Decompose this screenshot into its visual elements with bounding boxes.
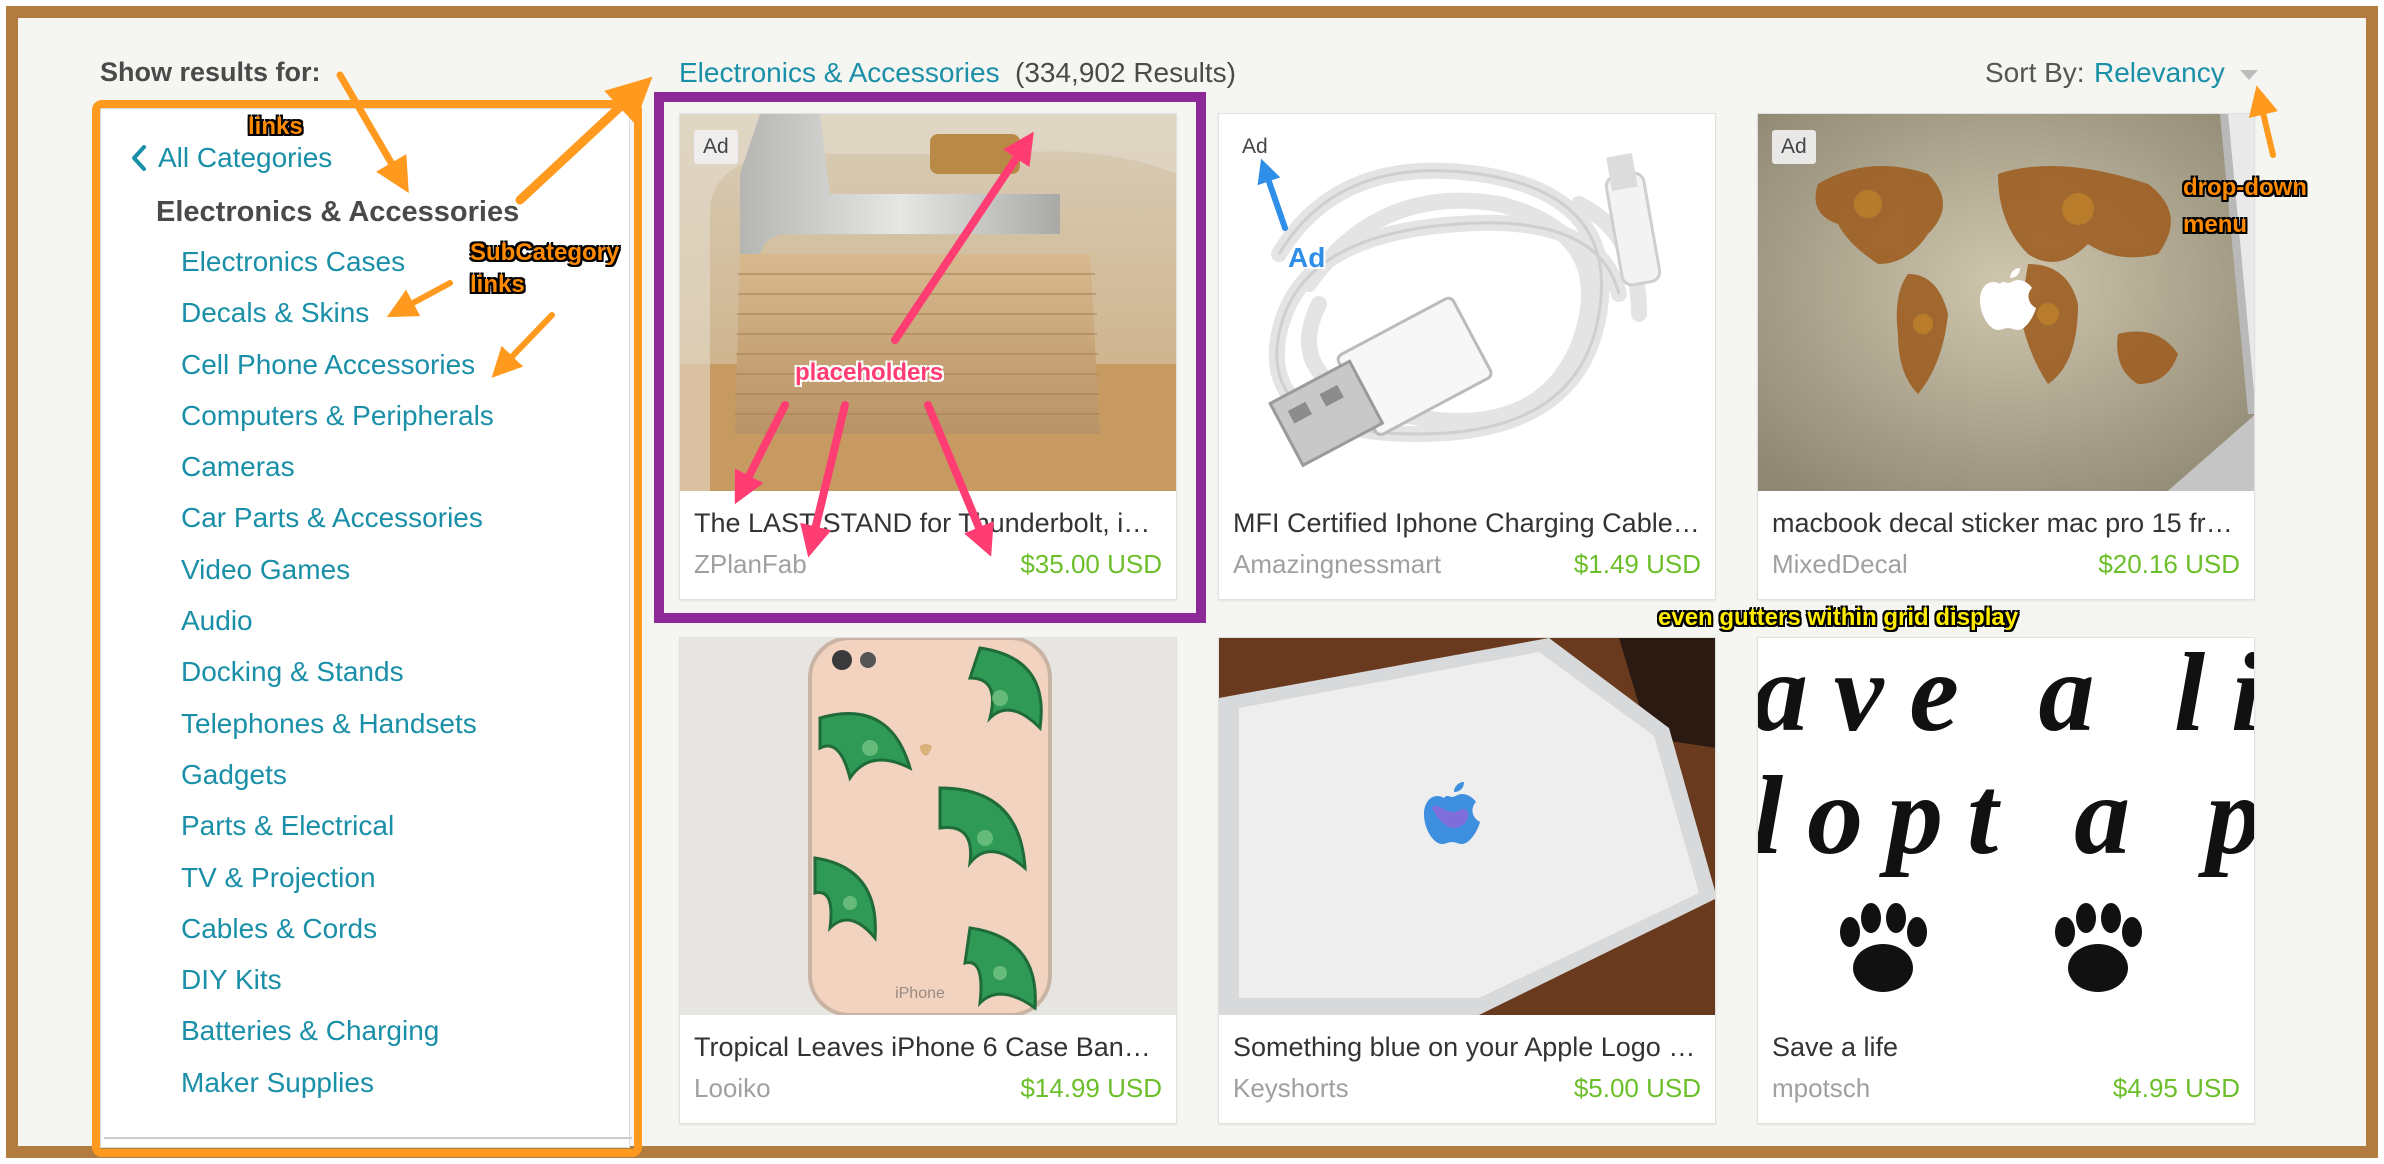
subcategory-link[interactable]: Gadgets — [181, 757, 494, 808]
save-a-life-photo: ave a li lopt a p — [1758, 638, 2254, 1015]
placeholders-annotation: placeholders — [795, 359, 944, 386]
product-price: $35.00 USD — [1020, 549, 1162, 579]
sidebar-divider — [104, 1137, 632, 1139]
product-title[interactable]: Save a life — [1772, 1032, 2242, 1063]
ad-badge: Ad — [1233, 130, 1277, 164]
subcategory-annotation-line-1: SubCategory — [470, 239, 620, 266]
gutters-annotation: even gutters within grid display — [1658, 604, 2019, 631]
subcategory-annotation-line-2: links — [470, 271, 525, 298]
product-title[interactable]: macbook decal sticker mac pro 15 fro… — [1772, 508, 2242, 539]
product-seller[interactable]: ZPlanFab — [694, 549, 807, 580]
ad-badge: Ad — [1772, 130, 1816, 164]
subcategory-link[interactable]: Docking & Stands — [181, 654, 494, 705]
product-price: $20.16 USD — [2098, 549, 2240, 579]
dropdown-annotation-line-1: drop-down — [2183, 174, 2307, 201]
product-seller[interactable]: Amazingnessmart — [1233, 549, 1441, 580]
product-image: iPhone — [680, 638, 1176, 1015]
subcategory-link[interactable]: Cell Phone Accessories — [181, 347, 494, 398]
subcategory-link[interactable]: Electronics Cases — [181, 244, 494, 295]
product-price: $5.00 USD — [1573, 1073, 1701, 1103]
product-seller[interactable]: MixedDecal — [1772, 549, 1908, 580]
product-seller[interactable]: Keyshorts — [1233, 1073, 1349, 1104]
product-card[interactable]: Ad The LAST STAND for Thunderbolt, i… ZP… — [679, 113, 1177, 600]
product-price: $1.49 USD — [1573, 549, 1701, 579]
product-image — [1219, 114, 1715, 491]
product-card[interactable]: Something blue on your Apple Logo … Keys… — [1218, 637, 1716, 1124]
breadcrumb-category-link[interactable]: Electronics & Accessories — [679, 57, 1000, 89]
sort-dropdown[interactable]: Relevancy — [2094, 57, 2225, 89]
dropdown-annotation-line-2: menu — [2183, 211, 2248, 238]
subcategory-link[interactable]: Computers & Peripherals — [181, 398, 494, 449]
subcategory-link[interactable]: Maker Supplies — [181, 1065, 494, 1116]
product-image — [680, 114, 1176, 491]
subcategory-link[interactable]: TV & Projection — [181, 860, 494, 911]
subcategory-link[interactable]: Batteries & Charging — [181, 1013, 494, 1064]
ad-annotation: Ad — [1288, 242, 1326, 273]
product-image — [1219, 638, 1715, 1015]
subcategory-link[interactable]: Audio — [181, 603, 494, 654]
ad-badge: Ad — [694, 130, 738, 164]
current-category: Electronics & Accessories — [156, 196, 520, 228]
cable-photo — [1219, 114, 1715, 491]
subcategory-link[interactable]: Decals & Skins — [181, 295, 494, 346]
product-title[interactable]: Tropical Leaves iPhone 6 Case Bana… — [694, 1032, 1164, 1063]
product-price: $4.95 USD — [2112, 1073, 2240, 1103]
all-categories-label: All Categories — [158, 142, 333, 173]
subcategory-link[interactable]: Cables & Cords — [181, 911, 494, 962]
apple-logo-photo — [1219, 638, 1715, 1015]
product-image — [1758, 114, 2254, 491]
stand-photo — [680, 114, 1176, 491]
product-card[interactable]: iPhone Tropical Leaves iPhone 6 Case Ban… — [679, 637, 1177, 1124]
links-annotation: links — [248, 113, 303, 140]
product-card[interactable]: Ad macbook decal sticker mac pro 15 fro…… — [1757, 113, 2255, 600]
subcategory-link[interactable]: Telephones & Handsets — [181, 706, 494, 757]
subcategory-link[interactable]: Video Games — [181, 552, 494, 603]
phone-case-photo: iPhone — [680, 638, 1176, 1015]
results-count: (334,902 Results) — [1015, 57, 1237, 88]
product-title[interactable]: MFI Certified Iphone Charging Cable-… — [1233, 508, 1703, 539]
macbook-decal-photo — [1758, 114, 2254, 491]
product-seller[interactable]: Looiko — [694, 1073, 771, 1104]
product-image: ave a li lopt a p — [1758, 638, 2254, 1015]
subcategory-link[interactable]: DIY Kits — [181, 962, 494, 1013]
subcategory-link[interactable]: Parts & Electrical — [181, 808, 494, 859]
product-title[interactable]: The LAST STAND for Thunderbolt, i… — [694, 508, 1164, 539]
subcategory-list: Electronics Cases Decals & Skins Cell Ph… — [181, 244, 494, 1116]
all-categories-link[interactable]: All Categories — [130, 142, 332, 174]
product-price: $14.99 USD — [1020, 1073, 1162, 1103]
chevron-left-icon — [132, 145, 146, 171]
product-seller[interactable]: mpotsch — [1772, 1073, 1870, 1104]
product-card[interactable]: Ad MFI Certified Iphone Charging Cable-…… — [1218, 113, 1716, 600]
show-results-label: Show results for: — [100, 57, 321, 87]
product-card[interactable]: ave a li lopt a p Save a life mpotsch $4… — [1757, 637, 2255, 1124]
dropdown-caret-icon[interactable] — [2240, 70, 2258, 80]
subcategory-link[interactable]: Car Parts & Accessories — [181, 500, 494, 551]
sort-label: Sort By: — [1985, 57, 2085, 88]
subcategory-link[interactable]: Cameras — [181, 449, 494, 500]
product-title[interactable]: Something blue on your Apple Logo … — [1233, 1032, 1703, 1063]
case-iphone-text: iPhone — [895, 985, 945, 1002]
